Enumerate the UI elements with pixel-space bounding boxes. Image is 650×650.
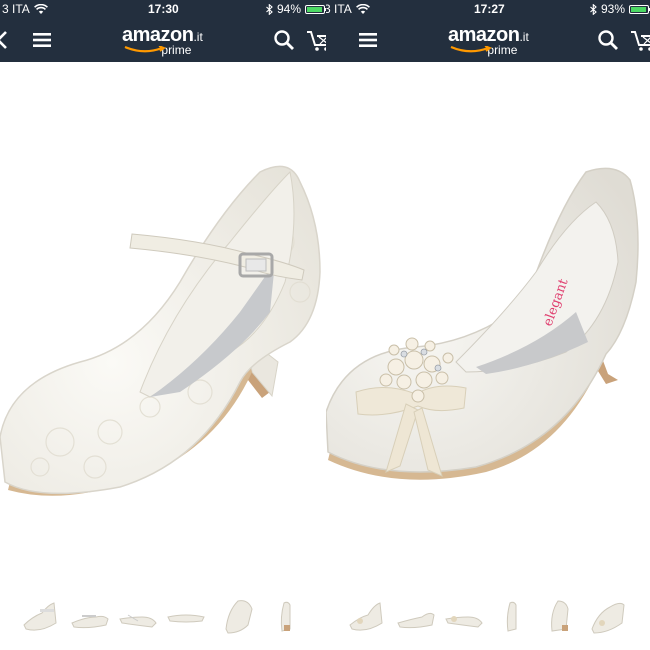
bluetooth-icon	[590, 3, 597, 15]
thumbnail-strip	[0, 595, 326, 639]
carrier-label: 3 ITA	[2, 2, 30, 16]
thumbnail[interactable]	[588, 595, 628, 635]
product-image[interactable]	[0, 62, 326, 587]
search-icon[interactable]	[272, 28, 296, 52]
thumbnail[interactable]	[346, 595, 386, 635]
status-bar: 3 ITA 17:30 94%	[0, 0, 326, 18]
mary-jane-shoe-image	[0, 165, 321, 496]
cart-icon[interactable]	[306, 28, 326, 52]
clock: 17:27	[474, 2, 505, 16]
logo-tld: .it	[193, 30, 203, 44]
battery-percent: 93%	[601, 2, 626, 16]
thumbnail[interactable]	[444, 595, 484, 635]
battery-percent: 94%	[277, 2, 302, 16]
thumbnail[interactable]	[492, 595, 532, 635]
nav-bar: amazon.it prime	[326, 18, 650, 62]
wifi-icon	[355, 3, 370, 14]
logo-tld: .it	[519, 30, 529, 44]
search-icon[interactable]	[596, 28, 620, 52]
back-icon[interactable]	[0, 28, 14, 52]
product-image[interactable]: elegant	[326, 62, 650, 587]
status-bar: 3 ITA 17:27 93%	[326, 0, 650, 18]
carrier-label: 3 ITA	[326, 2, 352, 16]
nav-bar: amazon.it prime	[0, 18, 326, 62]
thumbnail[interactable]	[20, 595, 60, 635]
pearl-brooch-shoe-image: elegant	[326, 167, 639, 480]
battery-icon	[629, 4, 650, 14]
cart-icon[interactable]	[630, 28, 650, 52]
bluetooth-icon	[266, 3, 273, 15]
amazon-prime-logo[interactable]: amazon.it prime	[448, 24, 529, 57]
thumbnail[interactable]	[118, 595, 158, 635]
wifi-icon	[33, 3, 48, 14]
thumbnail[interactable]	[70, 595, 110, 635]
menu-icon[interactable]	[356, 28, 380, 52]
thumbnail[interactable]	[218, 595, 258, 635]
left-screen: 3 ITA 17:30 94% amazon.it prime	[0, 0, 326, 650]
thumbnail[interactable]	[396, 595, 436, 635]
status-right: 94%	[266, 2, 326, 16]
smile-icon	[450, 46, 492, 53]
smile-icon	[124, 46, 166, 53]
right-screen: 3 ITA 17:27 93% amazon.it prime elegant	[326, 0, 650, 650]
carrier: 3 ITA	[326, 2, 370, 16]
thumbnail-strip	[326, 595, 650, 639]
amazon-prime-logo[interactable]: amazon.it prime	[122, 24, 203, 57]
carrier: 3 ITA	[2, 2, 48, 16]
thumbnail[interactable]	[540, 595, 580, 635]
menu-icon[interactable]	[30, 28, 54, 52]
battery-icon	[305, 4, 326, 14]
thumbnail[interactable]	[266, 595, 306, 635]
thumbnail[interactable]	[166, 595, 206, 635]
status-right: 93%	[590, 2, 650, 16]
clock: 17:30	[148, 2, 179, 16]
